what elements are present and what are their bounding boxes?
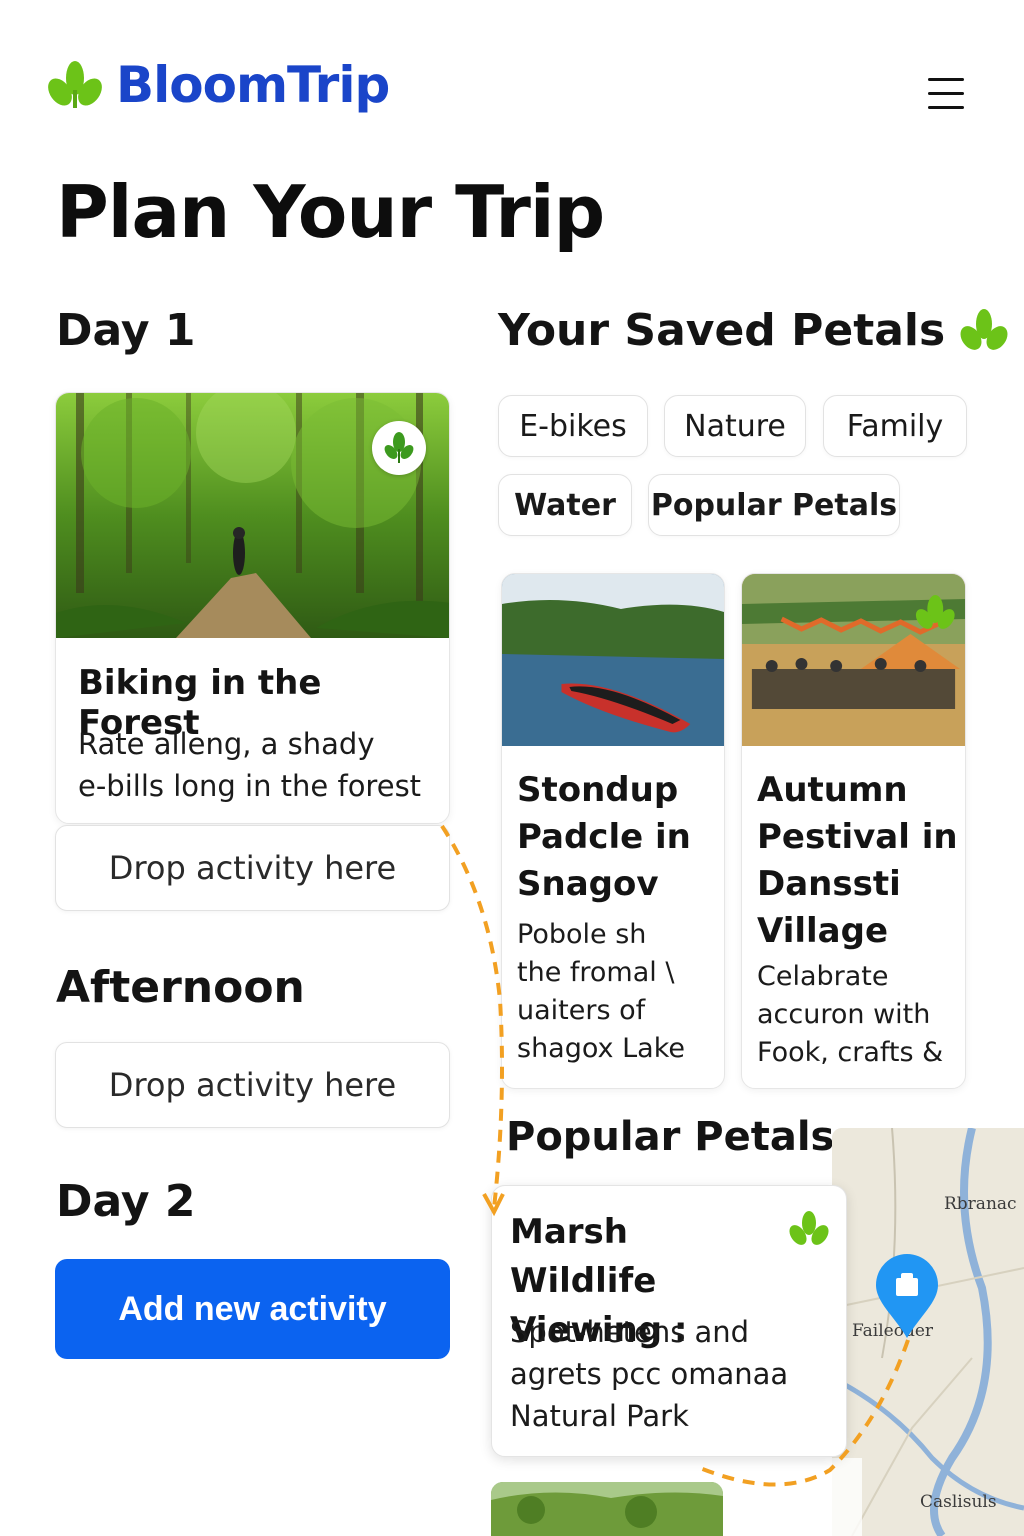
saved-petals-heading: Your Saved Petals xyxy=(498,308,1009,354)
page-title: Plan Your Trip xyxy=(56,170,605,254)
drop-zone-afternoon[interactable]: Drop activity here xyxy=(55,1042,450,1128)
petal-title: Autumn Pestival in Danssti Village xyxy=(757,770,958,951)
map-label-caslisuls: Caslisuls xyxy=(920,1492,997,1512)
brand-logo[interactable]: BloomTrip xyxy=(46,56,390,114)
lake-kayak-image xyxy=(502,574,724,746)
route-map[interactable]: Rbranac Faileoder Caslisuls xyxy=(832,1128,1024,1536)
menu-hamburger-icon[interactable] xyxy=(922,74,970,114)
popular-card-description: Spot-hetens and agrets pcc omanaa Natura… xyxy=(510,1315,789,1433)
meadow-image-peek xyxy=(491,1482,723,1536)
sprout-logo-icon xyxy=(48,61,102,108)
popular-petals-heading: Popular Petals xyxy=(506,1114,835,1160)
drop-zone-morning[interactable]: Drop activity here xyxy=(55,825,450,911)
petal-description: Celabrate accuron with Fook, crafts & xyxy=(757,961,944,1068)
day-2-heading: Day 2 xyxy=(56,1176,196,1227)
add-activity-button[interactable]: Add new activity xyxy=(55,1259,450,1359)
filter-chip-ebikes[interactable]: E-bikes xyxy=(498,395,648,457)
filter-chip-popular-petals[interactable]: Popular Petals xyxy=(648,474,900,536)
popular-card-marsh[interactable]: Marsh Wildlife Viewing : Spot-hetens and… xyxy=(491,1185,847,1457)
app-header: BloomTrip xyxy=(0,0,1024,150)
sprout-icon xyxy=(789,1211,829,1245)
petal-title: Stondup Padcle in Snagov xyxy=(517,770,691,904)
petal-card-festival[interactable]: Autumn Pestival in Danssti Village Celab… xyxy=(741,573,966,1089)
brand-name: BloomTrip xyxy=(116,56,390,114)
sprout-icon xyxy=(960,309,1008,350)
filter-chip-nature[interactable]: Nature xyxy=(664,395,806,457)
map-pin-icon[interactable] xyxy=(874,1254,940,1340)
saved-petals-heading-text: Your Saved Petals xyxy=(498,305,946,356)
village-festival-image xyxy=(742,574,965,746)
sprout-badge-icon xyxy=(372,421,426,475)
filter-chip-family[interactable]: Family xyxy=(823,395,967,457)
day-1-heading: Day 1 xyxy=(56,305,196,356)
afternoon-heading: Afternoon xyxy=(56,962,305,1013)
activity-card-biking[interactable]: Biking in the Forest Rate alleng, a shad… xyxy=(55,392,450,824)
petal-description: Pobole sh the fromal \ uaiters of shagox… xyxy=(517,919,685,1064)
activity-description: Rate alleng, a shady e-bills long in the… xyxy=(78,727,422,803)
filter-chip-water[interactable]: Water xyxy=(498,474,632,536)
petal-card-paddle[interactable]: Stondup Padcle in Snagov Pobole sh the f… xyxy=(501,573,725,1089)
map-label-rbranac: Rbranac xyxy=(944,1194,1017,1214)
